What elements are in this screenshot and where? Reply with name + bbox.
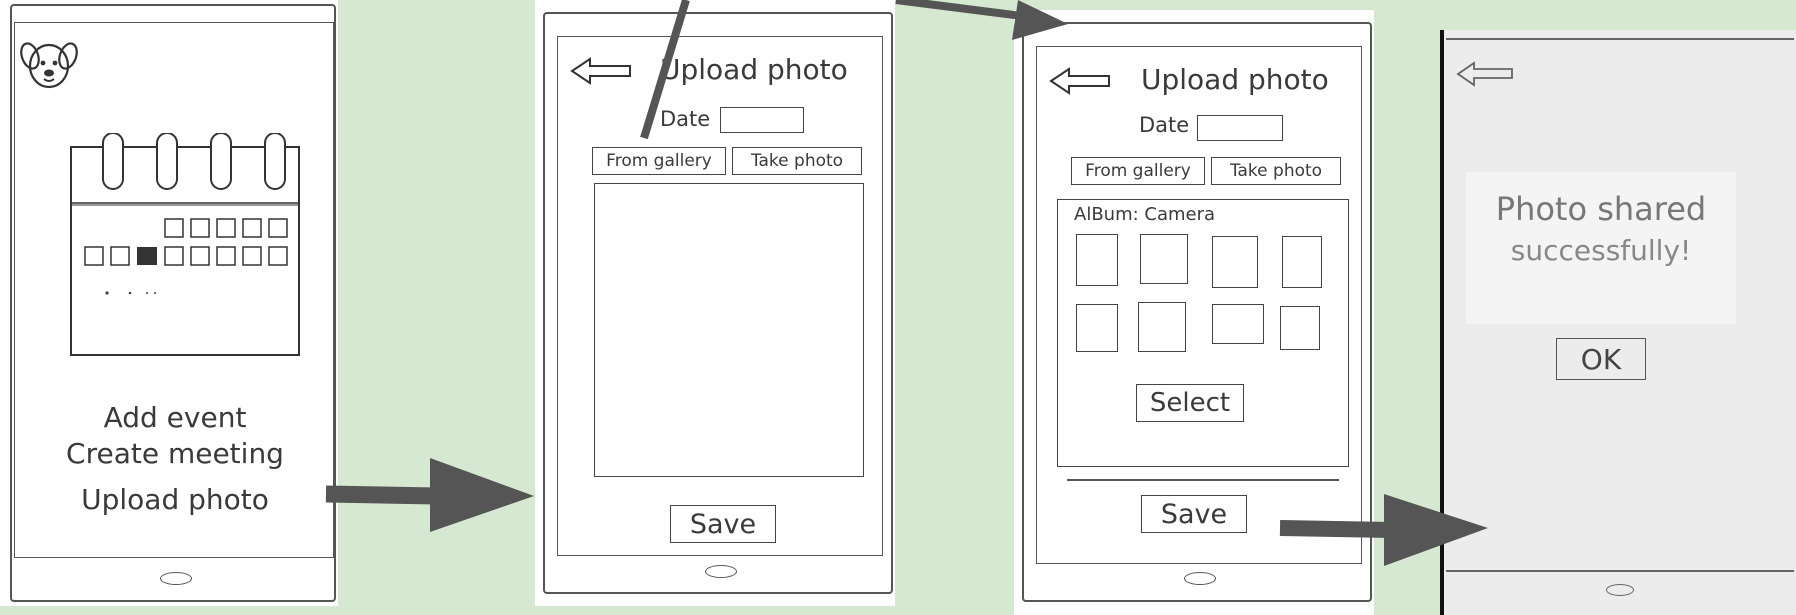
- date-label: Date: [1139, 113, 1190, 137]
- ok-button[interactable]: OK: [1556, 338, 1646, 380]
- thumbnail[interactable]: [1280, 306, 1320, 350]
- menu-create-meeting[interactable]: Create meeting: [15, 437, 335, 470]
- save-button[interactable]: Save: [1141, 495, 1247, 533]
- thumbnail[interactable]: [1282, 236, 1322, 288]
- home-button[interactable]: [1184, 572, 1216, 585]
- from-gallery-button[interactable]: From gallery: [592, 147, 726, 175]
- screen-upload: Upload photo Date From gallery Take phot…: [557, 36, 883, 556]
- back-arrow-icon[interactable]: [568, 55, 634, 87]
- save-button[interactable]: Save: [670, 505, 776, 543]
- arrow-home-to-upload: [325, 458, 534, 532]
- success-message-line2: successfully!: [1510, 234, 1692, 267]
- sketch-upload-paper: Upload photo Date From gallery Take phot…: [535, 0, 895, 606]
- phone-frame-upload: Upload photo Date From gallery Take phot…: [543, 12, 893, 594]
- date-field[interactable]: [720, 107, 804, 133]
- menu-upload-photo[interactable]: Upload photo: [15, 483, 335, 516]
- divider: [1067, 479, 1339, 481]
- menu-add-event[interactable]: Add event: [15, 401, 335, 434]
- screen-home: Add event Create meeting Upload photo: [14, 22, 334, 558]
- sketch-home-paper: Add event Create meeting Upload photo: [0, 0, 338, 606]
- upload-title: Upload photo: [660, 53, 848, 86]
- thumbnail[interactable]: [1212, 304, 1264, 344]
- select-button[interactable]: Select: [1136, 384, 1244, 422]
- storyboard-canvas: Add event Create meeting Upload photo Up…: [0, 0, 1796, 615]
- phone-frame-home: Add event Create meeting Upload photo: [10, 4, 336, 602]
- thumbnail[interactable]: [1076, 234, 1118, 286]
- screen-gallery: Upload photo Date From gallery Take phot…: [1036, 46, 1362, 564]
- gallery-title: Upload photo: [1141, 63, 1329, 96]
- calendar-widget[interactable]: [67, 132, 303, 361]
- phone-frame-gallery: Upload photo Date From gallery Take phot…: [1022, 22, 1372, 602]
- home-button[interactable]: [160, 572, 192, 585]
- sketch-gallery-paper: Upload photo Date From gallery Take phot…: [1014, 10, 1374, 615]
- thumbnail[interactable]: [1140, 234, 1188, 284]
- success-message-line1: Photo shared: [1495, 190, 1707, 228]
- success-message-card: Photo shared successfully!: [1466, 172, 1736, 324]
- home-button[interactable]: [1606, 584, 1634, 596]
- thumbnail[interactable]: [1212, 236, 1258, 288]
- home-button[interactable]: [705, 565, 737, 578]
- back-arrow-icon[interactable]: [1047, 65, 1113, 97]
- date-field[interactable]: [1197, 115, 1283, 141]
- album-panel: AlBum: Camera Select: [1057, 199, 1349, 467]
- date-label: Date: [660, 107, 711, 131]
- take-photo-button[interactable]: Take photo: [1211, 157, 1341, 185]
- album-label: AlBum: Camera: [1074, 204, 1216, 225]
- thumbnail[interactable]: [1076, 304, 1118, 352]
- back-arrow-icon[interactable]: [1454, 58, 1520, 90]
- thumbnail[interactable]: [1138, 302, 1186, 352]
- sketch-confirm-paper: Photo shared successfully! OK: [1440, 30, 1796, 615]
- from-gallery-button[interactable]: From gallery: [1071, 157, 1205, 185]
- take-photo-label: Take photo: [750, 151, 844, 171]
- calendar-sketch: [70, 132, 300, 356]
- take-photo-button[interactable]: Take photo: [732, 147, 862, 175]
- photo-preview-area: [594, 183, 864, 477]
- dog-face-icon[interactable]: [19, 33, 79, 93]
- take-photo-label: Take photo: [1229, 161, 1323, 181]
